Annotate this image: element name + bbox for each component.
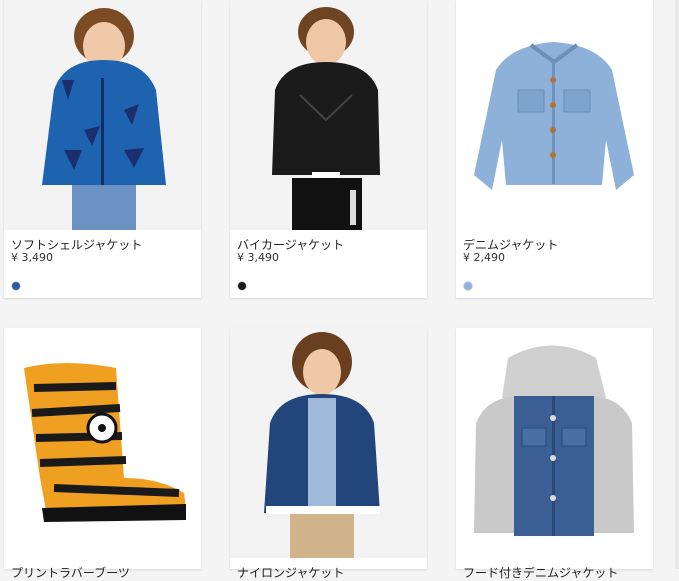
product-image[interactable] — [230, 0, 427, 230]
hooded-denim-jacket-photo — [456, 328, 653, 558]
softshell-jacket-photo — [4, 0, 201, 230]
product-image[interactable] — [230, 328, 427, 558]
product-name[interactable]: ナイロンジャケット — [237, 564, 344, 581]
color-swatch[interactable] — [464, 282, 472, 290]
biker-jacket-photo — [230, 0, 427, 230]
product-image[interactable] — [4, 0, 201, 230]
product-card[interactable]: フード付きデニムジャケット — [456, 328, 653, 580]
product-grid: ソフトシェルジャケット ¥ 3,490 バイカージャケット ¥ 3,490 デニ… — [0, 0, 679, 580]
color-swatch[interactable] — [12, 282, 20, 290]
product-image[interactable] — [456, 0, 653, 230]
product-card[interactable]: ソフトシェルジャケット ¥ 3,490 — [4, 0, 201, 298]
product-image[interactable] — [4, 328, 201, 558]
product-card[interactable]: ナイロンジャケット — [230, 328, 427, 580]
color-swatch[interactable] — [238, 282, 246, 290]
product-name[interactable]: フード付きデニムジャケット — [463, 564, 618, 581]
product-price: ¥ 3,490 — [237, 251, 279, 264]
product-card[interactable]: バイカージャケット ¥ 3,490 — [230, 0, 427, 298]
product-price: ¥ 2,490 — [463, 251, 505, 264]
nylon-jacket-photo — [230, 328, 427, 558]
product-price: ¥ 3,490 — [11, 251, 53, 264]
next-column-edge — [675, 0, 679, 569]
product-name[interactable]: プリントラバーブーツ — [11, 564, 130, 581]
product-card[interactable]: プリントラバーブーツ — [4, 328, 201, 580]
product-image[interactable] — [456, 328, 653, 558]
product-card[interactable]: デニムジャケット ¥ 2,490 — [456, 0, 653, 298]
rubber-boots-photo — [4, 328, 201, 558]
denim-jacket-photo — [456, 0, 653, 230]
